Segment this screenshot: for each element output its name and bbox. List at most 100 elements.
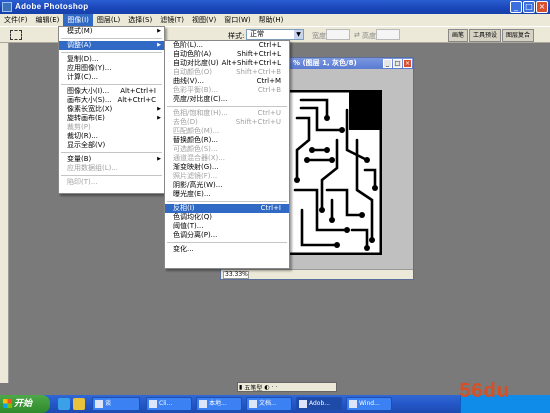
taskbar-button-2[interactable]: Cli... xyxy=(146,397,192,411)
menu-filter[interactable]: 滤镜(T) xyxy=(156,14,188,26)
menu-file[interactable]: 文件(F) xyxy=(0,14,32,26)
style-select[interactable]: 正常 ▼ xyxy=(246,29,304,40)
start-label: 开始 xyxy=(14,399,33,409)
adjustments-submenu: 色阶(L)... Ctrl+L 自动色阶(A) Shift+Ctrl+L 自动对比度(U… xyxy=(164,40,290,269)
submenu-arrow-icon: ▶ xyxy=(157,115,161,121)
image-menu-item[interactable]: 旋转画布(E) ▶ xyxy=(59,114,164,123)
close-button[interactable]: × xyxy=(536,1,548,13)
adjust-menu-item[interactable]: 反相(I) Ctrl+I xyxy=(165,204,289,213)
adjust-menu-item-label: 亮度/对比度(C)... xyxy=(173,95,228,103)
menu-select[interactable]: 选择(S) xyxy=(124,14,156,26)
adjust-menu-item[interactable]: 色调分离(P)... xyxy=(165,231,289,240)
ime-softkb[interactable]: · xyxy=(275,384,279,391)
adjust-menu-item[interactable]: 曝光度(E)... xyxy=(165,190,289,199)
menu-help[interactable]: 帮助(H) xyxy=(255,14,288,26)
shortcut-label: Ctrl+I xyxy=(260,204,281,212)
image-menu-item-label: 计算(C)... xyxy=(67,73,99,81)
adjust-menu-item-label: 渐变映射(G)... xyxy=(173,163,219,171)
adjust-menu-item[interactable]: 渐变映射(G)... xyxy=(165,163,289,172)
adjust-menu-item[interactable]: 替换颜色(R)... xyxy=(165,136,289,145)
menu-edit[interactable]: 编辑(E) xyxy=(32,14,64,26)
image-menu-item-label: 显示全部(V) xyxy=(67,141,106,149)
zoom-field[interactable]: 33.33% xyxy=(223,271,249,279)
image-menu-item[interactable]: 应用图像(Y)... xyxy=(59,64,164,73)
taskbar-button-3[interactable]: 本地... xyxy=(196,397,242,411)
image-menu-item[interactable]: 复制(D)... xyxy=(59,55,164,64)
image-menu-item-label: 旋转画布(E) xyxy=(67,114,105,122)
adjust-menu-item: 通道混合器(X)... xyxy=(165,154,289,163)
image-menu-item-label: 像素长宽比(X) xyxy=(67,105,113,113)
submenu-arrow-icon: ▶ xyxy=(157,106,161,112)
image-menu-item[interactable]: 调整(A) ▶ xyxy=(59,41,164,50)
image-menu-item[interactable]: 画布大小(S)... Alt+Ctrl+C xyxy=(59,96,164,105)
adjust-menu-item: 可选颜色(S)... xyxy=(165,145,289,154)
image-menu-item-label: 陷印(T)... xyxy=(67,178,98,186)
palette-tab-brushes[interactable]: 画笔 xyxy=(448,29,469,42)
adjust-menu-item-label: 阴影/高光(W)... xyxy=(173,181,223,189)
menu-view[interactable]: 视图(V) xyxy=(188,14,220,26)
shortcut-label: Ctrl+U xyxy=(257,109,281,117)
image-menu-item-label: 模式(M) xyxy=(67,27,93,35)
toolbox[interactable] xyxy=(0,43,9,383)
adjust-menu-item[interactable]: 色调均化(Q) xyxy=(165,213,289,222)
palette-tab-layer-comps[interactable]: 图层复合 xyxy=(502,29,535,42)
menu-window[interactable]: 窗口(W) xyxy=(220,14,254,26)
image-menu-item[interactable]: 显示全部(V) xyxy=(59,141,164,150)
doc-minimize-button[interactable]: _ xyxy=(383,59,392,68)
image-menu-item[interactable]: 计算(C)... xyxy=(59,73,164,82)
adjust-menu-item[interactable]: 变化... xyxy=(165,245,289,254)
taskbar-button-photoshop[interactable]: Adob... xyxy=(296,397,342,411)
ime-name[interactable]: 五笔型 xyxy=(243,383,263,392)
adjust-menu-item[interactable]: 色阶(L)... Ctrl+L xyxy=(165,41,289,50)
submenu-arrow-icon: ▶ xyxy=(157,156,161,162)
submenu-arrow-icon: ▶ xyxy=(157,28,161,34)
maximize-button[interactable]: □ xyxy=(523,1,535,13)
shortcut-label: Ctrl+B xyxy=(257,86,281,94)
adjust-menu-item[interactable]: 阴影/高光(W)... xyxy=(165,181,289,190)
adjust-menu-item[interactable]: 自动色阶(A) Shift+Ctrl+L xyxy=(165,50,289,59)
image-menu-item[interactable]: 裁切(R)... xyxy=(59,132,164,141)
ime-moon-icon[interactable]: ◐ xyxy=(263,384,270,391)
adjust-menu-item-label: 色调分离(P)... xyxy=(173,231,218,239)
watermark-logo: 56du xyxy=(459,380,510,402)
doc-maximize-button[interactable]: □ xyxy=(393,59,402,68)
adjust-menu-item: 匹配颜色(M)... xyxy=(165,127,289,136)
width-field[interactable] xyxy=(326,29,350,40)
start-button[interactable]: 开始 xyxy=(0,395,50,413)
adjust-menu-item[interactable]: 阈值(T)... xyxy=(165,222,289,231)
chevron-down-icon[interactable]: ▼ xyxy=(294,30,303,39)
adjust-menu-item-label: 照片滤镜(F)... xyxy=(173,172,218,180)
adjust-menu-item-label: 曲线(V)... xyxy=(173,77,204,85)
image-menu-item[interactable]: 图像大小(I)... Alt+Ctrl+I xyxy=(59,87,164,96)
adjust-menu-item-label: 色阶(L)... xyxy=(173,41,204,49)
marquee-tool-icon[interactable] xyxy=(10,30,22,40)
adjust-menu-item-label: 阈值(T)... xyxy=(173,222,204,230)
adjust-menu-item[interactable]: 亮度/对比度(C)... xyxy=(165,95,289,104)
doc-close-button[interactable]: × xyxy=(403,59,412,68)
palette-tab-tool-presets[interactable]: 工具预设 xyxy=(469,29,502,42)
adjust-menu-item-label: 通道混合器(X)... xyxy=(173,154,225,162)
image-menu-item-label: 复制(D)... xyxy=(67,55,99,63)
ie-icon[interactable] xyxy=(58,398,70,410)
image-menu-item[interactable]: 像素长宽比(X) ▶ xyxy=(59,105,164,114)
adjust-menu-item[interactable]: 自动对比度(U) Alt+Shift+Ctrl+L xyxy=(165,59,289,68)
adjust-menu-item: 色彩平衡(B)... Ctrl+B xyxy=(165,86,289,95)
adjust-menu-item-label: 色彩平衡(B)... xyxy=(173,86,218,94)
swap-icon[interactable]: ⇄ xyxy=(354,31,360,39)
shortcut-label: Shift+Ctrl+B xyxy=(236,68,281,76)
adjust-menu-item[interactable]: 曲线(V)... Ctrl+M xyxy=(165,77,289,86)
taskbar-button-1[interactable]: 谈 xyxy=(92,397,140,411)
folder-icon[interactable] xyxy=(73,398,85,410)
menu-layer[interactable]: 图层(L) xyxy=(93,14,124,26)
taskbar-button-4[interactable]: 文档... xyxy=(246,397,292,411)
windows-logo-icon xyxy=(3,399,12,408)
adjust-menu-item: 照片滤镜(F)... xyxy=(165,172,289,181)
taskbar-button-6[interactable]: Wind... xyxy=(346,397,392,411)
app-titlebar: Adobe Photoshop _ □ × xyxy=(0,0,550,14)
image-menu-item[interactable]: 变量(B) ▶ xyxy=(59,155,164,164)
image-menu-item-label: 画布大小(S)... xyxy=(67,96,112,104)
menu-image[interactable]: 图像(I) xyxy=(63,14,93,26)
minimize-button[interactable]: _ xyxy=(510,1,522,13)
height-field[interactable] xyxy=(376,29,400,40)
image-menu-item[interactable]: 模式(M) ▶ xyxy=(59,27,164,36)
